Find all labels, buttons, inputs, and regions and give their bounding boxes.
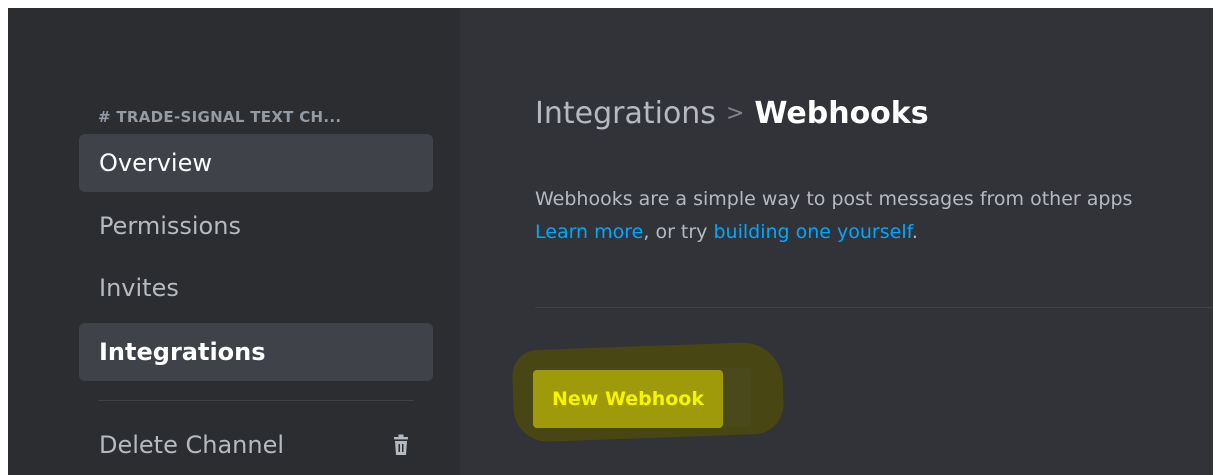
breadcrumb: Integrations > Webhooks (535, 96, 929, 131)
description-end-text: . (911, 221, 918, 243)
sidebar-item-label: Overview (99, 149, 212, 177)
sidebar-divider (98, 400, 414, 401)
breadcrumb-parent[interactable]: Integrations (535, 96, 716, 131)
sidebar-item-label: Permissions (99, 212, 241, 240)
breadcrumb-separator-icon: > (725, 101, 745, 126)
sidebar-item-label: Integrations (99, 338, 266, 366)
main-content: Integrations > Webhooks Webhooks are a s… (460, 8, 1213, 475)
channel-header: # TRADE-SIGNAL TEXT CH... (98, 108, 342, 126)
description-links-line: Learn more, or try building one yourself… (535, 216, 1132, 249)
delete-channel-label: Delete Channel (99, 431, 285, 459)
description-line: Webhooks are a simple way to post messag… (535, 188, 1133, 210)
sidebar-item-permissions[interactable]: Permissions (79, 197, 433, 255)
build-one-yourself-link[interactable]: building one yourself (713, 221, 911, 243)
sidebar-item-overview[interactable]: Overview (79, 134, 433, 192)
webhooks-description: Webhooks are a simple way to post messag… (535, 183, 1132, 249)
description-middle-text: , or try (643, 221, 714, 243)
page-title: Webhooks (754, 96, 929, 131)
learn-more-link[interactable]: Learn more (535, 221, 643, 243)
sidebar-item-invites[interactable]: Invites (79, 259, 433, 317)
settings-sidebar: # TRADE-SIGNAL TEXT CH... Overview Permi… (8, 8, 460, 475)
delete-channel-button[interactable]: Delete Channel (79, 416, 433, 474)
settings-window: # TRADE-SIGNAL TEXT CH... Overview Permi… (8, 8, 1213, 475)
new-webhook-button-area: New Webhook (511, 341, 785, 443)
sidebar-item-label: Invites (99, 274, 179, 302)
trash-icon (394, 434, 408, 455)
section-divider (535, 307, 1213, 308)
new-webhook-button[interactable]: New Webhook (533, 370, 723, 428)
sidebar-item-integrations[interactable]: Integrations (79, 323, 433, 381)
